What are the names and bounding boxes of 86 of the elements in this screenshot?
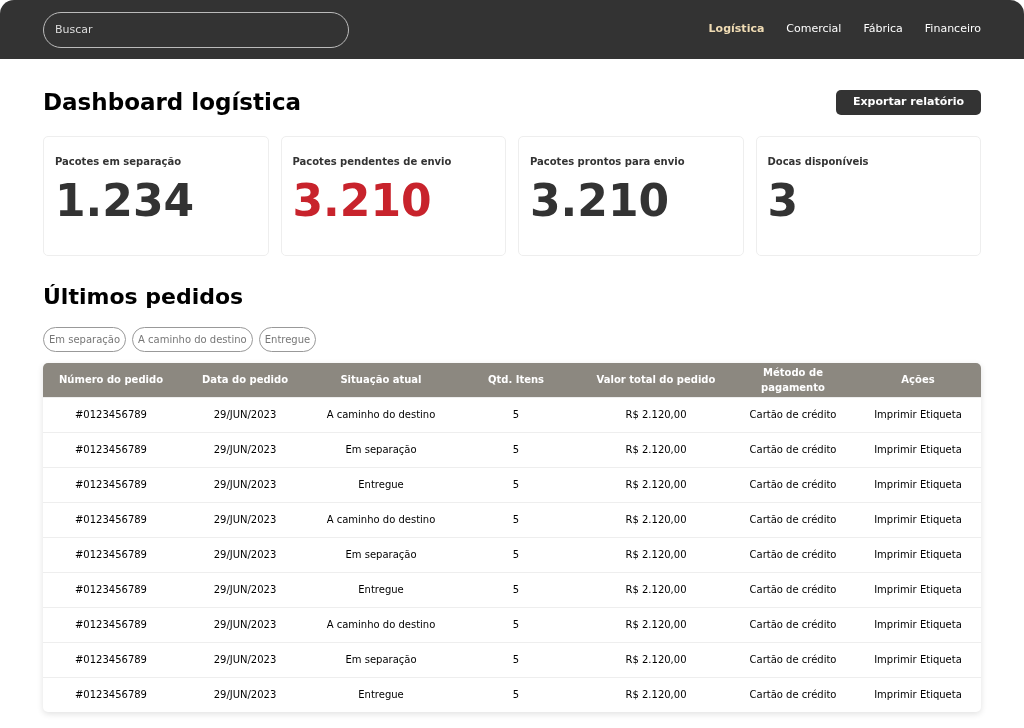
table-cell-text: Cartão de crédito <box>748 478 838 492</box>
table-cell-text: 29/JUN/2023 <box>212 408 278 422</box>
table-cell-text: 5 <box>511 443 521 457</box>
table-cell-text: #0123456789 <box>74 478 148 492</box>
stat-label: Pacotes prontos para envio <box>530 154 686 169</box>
table-cell-text: R$ 2.120,00 <box>624 408 688 422</box>
search-field[interactable]: Buscar <box>43 11 349 48</box>
table-cell-text: 29/JUN/2023 <box>212 618 278 632</box>
print-label-link[interactable]: Imprimir Etiqueta <box>855 442 981 457</box>
section-title: Últimos pedidos <box>43 282 245 311</box>
table-cell-text: #0123456789 <box>74 653 148 667</box>
table-cell-text: #0123456789 <box>74 583 148 597</box>
column-header: Número do pedido <box>57 373 164 387</box>
stat-value: 3.210 <box>530 178 671 223</box>
print-label-link[interactable]: Imprimir Etiqueta <box>855 652 981 667</box>
stat-label: Docas disponíveis <box>767 154 870 169</box>
table-cell-text: Cartão de crédito <box>748 548 838 562</box>
table-cell-text: 5 <box>511 688 521 702</box>
table-cell-text: Entregue <box>357 688 405 702</box>
table-cell-text: 5 <box>511 653 521 667</box>
stat-label: Pacotes pendentes de envio <box>292 154 453 169</box>
table-cell-text: Entregue <box>357 478 405 492</box>
nav-link[interactable]: Comercial <box>786 21 842 38</box>
table-cell-text: 29/JUN/2023 <box>212 653 278 667</box>
table-cell-text: R$ 2.120,00 <box>624 513 688 527</box>
table-cell-text: 5 <box>511 583 521 597</box>
table-cell-text: Cartão de crédito <box>748 583 838 597</box>
nav-link[interactable]: Fábrica <box>863 21 903 38</box>
print-label-link[interactable]: Imprimir Etiqueta <box>855 407 981 422</box>
table-cell-text: #0123456789 <box>74 618 148 632</box>
table-cell-text: Cartão de crédito <box>748 513 838 527</box>
table-cell-text: 29/JUN/2023 <box>212 478 278 492</box>
column-header: Data do pedido <box>200 373 290 387</box>
table-cell-text: #0123456789 <box>74 443 148 457</box>
column-header: Situação atual <box>339 373 423 387</box>
table-cell-text: R$ 2.120,00 <box>624 478 688 492</box>
print-label-link[interactable]: Imprimir Etiqueta <box>855 687 981 702</box>
table-cell-text: A caminho do destino <box>325 618 437 632</box>
table-cell-text: R$ 2.120,00 <box>624 618 688 632</box>
table-cell-text: A caminho do destino <box>325 513 437 527</box>
table-cell-text: #0123456789 <box>74 513 148 527</box>
table-cell-text: 5 <box>511 478 521 492</box>
table-cell-text: 5 <box>511 548 521 562</box>
table-cell-text: #0123456789 <box>74 548 148 562</box>
column-header: Ações <box>900 373 936 387</box>
nav-link[interactable]: Financeiro <box>924 21 981 38</box>
table-cell-text: A caminho do destino <box>325 408 437 422</box>
stat-value: 1.234 <box>55 178 196 223</box>
table-cell-text: Em separação <box>344 443 418 457</box>
stat-value: 3 <box>767 178 800 223</box>
print-label-link[interactable]: Imprimir Etiqueta <box>855 617 981 632</box>
column-header: Valor total do pedido <box>595 373 717 387</box>
table-cell-text: 29/JUN/2023 <box>212 513 278 527</box>
print-label-link[interactable]: Imprimir Etiqueta <box>855 547 981 562</box>
stat-label: Pacotes em separação <box>55 154 183 169</box>
table-cell-text: 5 <box>511 408 521 422</box>
table-cell-text: 5 <box>511 513 521 527</box>
table-cell-text: 29/JUN/2023 <box>212 688 278 702</box>
table-cell-text: 29/JUN/2023 <box>212 443 278 457</box>
table-cell-text: R$ 2.120,00 <box>624 583 688 597</box>
table-cell-text: Entregue <box>357 583 405 597</box>
table-cell-text: Cartão de crédito <box>748 618 838 632</box>
table-cell-text: Em separação <box>344 548 418 562</box>
table-cell-text: Cartão de crédito <box>748 653 838 667</box>
table-cell-text: R$ 2.120,00 <box>624 688 688 702</box>
print-label-link[interactable]: Imprimir Etiqueta <box>855 582 981 597</box>
table-cell-text: 29/JUN/2023 <box>212 583 278 597</box>
table-cell-text: Cartão de crédito <box>748 408 838 422</box>
table-cell-text: R$ 2.120,00 <box>624 653 688 667</box>
table-cell-text: 29/JUN/2023 <box>212 548 278 562</box>
table-cell-text: #0123456789 <box>74 688 148 702</box>
print-label-link[interactable]: Imprimir Etiqueta <box>855 477 981 492</box>
export-button[interactable]: Exportar relatório <box>835 89 981 115</box>
print-label-link[interactable]: Imprimir Etiqueta <box>855 512 981 527</box>
column-header: Qtd. Itens <box>486 373 546 387</box>
page-title: Dashboard logística <box>43 88 302 117</box>
stat-value: 3.210 <box>292 178 433 223</box>
table-cell-text: Cartão de crédito <box>748 688 838 702</box>
table-cell-text: R$ 2.120,00 <box>624 443 688 457</box>
table-cell-text: R$ 2.120,00 <box>624 548 688 562</box>
table-cell-text: #0123456789 <box>74 408 148 422</box>
table-cell-text: Em separação <box>344 653 418 667</box>
table-cell-text: 5 <box>511 618 521 632</box>
table-cell-text: Cartão de crédito <box>748 443 838 457</box>
nav-link[interactable]: Logística <box>708 21 765 38</box>
column-header: Método de pagamento <box>760 365 826 395</box>
